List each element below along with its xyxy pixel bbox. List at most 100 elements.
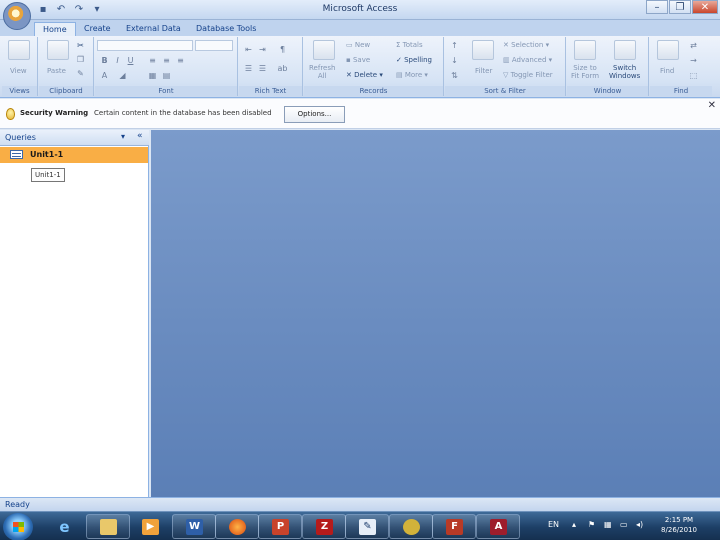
clipboard-group: Paste ✂ ❐ ✎ Clipboard: [39, 37, 94, 96]
numbering-icon[interactable]: ☰: [257, 64, 268, 74]
clipboard-group-label: Clipboard: [39, 86, 93, 96]
select-icon[interactable]: ⬚: [688, 71, 699, 81]
size-to-fit-icon[interactable]: [574, 40, 596, 60]
toggle-filter-button[interactable]: ▽ Toggle Filter: [503, 71, 553, 79]
chevron-down-icon[interactable]: ▾: [121, 132, 125, 141]
taskbar-word[interactable]: W: [172, 514, 216, 539]
nav-pane-header[interactable]: Queries ▾ «: [0, 130, 149, 146]
view-button-label[interactable]: View: [10, 67, 27, 75]
refresh-icon[interactable]: [313, 40, 335, 60]
fill-color-icon[interactable]: ◢: [117, 71, 128, 81]
clock-date: 8/26/2010: [661, 526, 697, 534]
window-controls: – ❐ ✕: [645, 0, 718, 14]
sort-descending-icon[interactable]: ↓: [449, 56, 460, 66]
alt-fill-icon[interactable]: ▤: [161, 71, 172, 81]
clock-time: 2:15 PM: [664, 516, 694, 524]
find-button-label[interactable]: Find: [660, 67, 674, 75]
copy-icon[interactable]: ❐: [75, 55, 86, 65]
find-icon[interactable]: [657, 40, 679, 60]
internet-explorer-icon: e: [59, 518, 70, 536]
close-message-bar-icon[interactable]: ✕: [708, 100, 716, 111]
flash-icon: F: [446, 519, 463, 535]
tray-expand-icon[interactable]: ▴: [572, 520, 576, 529]
tab-database-tools[interactable]: Database Tools: [188, 22, 264, 36]
network-icon[interactable]: ▦: [604, 520, 612, 529]
align-center-icon[interactable]: ≡: [161, 56, 172, 66]
office-button[interactable]: [3, 2, 31, 30]
nav-item-unit1-1[interactable]: Unit1-1: [0, 147, 148, 163]
powerpoint-icon: P: [272, 519, 289, 535]
tab-home[interactable]: Home: [34, 22, 76, 36]
font-color-icon[interactable]: A: [99, 71, 110, 81]
underline-button[interactable]: U: [125, 56, 136, 66]
sort-ascending-icon[interactable]: ↑: [449, 41, 460, 51]
taskbar: e ▶ W P Z ✎ F A EN ▴ ⚑ ▦ ▭ ◂) 2:15 PM 8/…: [0, 511, 720, 540]
selection-button[interactable]: ✕ Selection ▾: [503, 41, 549, 49]
views-group-label: Views: [2, 86, 37, 96]
refresh-all-button-label[interactable]: Refresh All: [309, 64, 335, 80]
sort-filter-group: ↑ ↓ ⇅ Filter ✕ Selection ▾ ▥ Advanced ▾ …: [445, 37, 566, 96]
volume-icon[interactable]: ◂): [636, 520, 643, 529]
size-to-fit-button-label[interactable]: Size to Fit Form: [571, 64, 599, 80]
taskbar-flash[interactable]: F: [432, 514, 476, 539]
goto-icon[interactable]: →: [688, 56, 699, 66]
start-button[interactable]: [3, 513, 33, 540]
tab-create[interactable]: Create: [76, 22, 119, 36]
find-group: Find ⇄ → ⬚ Find: [650, 37, 712, 96]
bold-button[interactable]: B: [99, 56, 110, 66]
switch-windows-icon[interactable]: [614, 40, 636, 60]
font-size-combo[interactable]: [195, 40, 233, 51]
paste-icon[interactable]: [47, 40, 69, 60]
align-left-icon[interactable]: ≡: [147, 56, 158, 66]
explorer-folder-icon: [100, 519, 117, 535]
switch-windows-button-label[interactable]: Switch Windows: [609, 64, 640, 80]
advanced-button[interactable]: ▥ Advanced ▾: [503, 56, 552, 64]
align-right-icon[interactable]: ≡: [175, 56, 186, 66]
filter-button-label[interactable]: Filter: [475, 67, 492, 75]
taskbar-powerpoint[interactable]: P: [258, 514, 302, 539]
language-indicator[interactable]: EN: [548, 520, 559, 529]
battery-icon[interactable]: ▭: [620, 520, 628, 529]
tab-external-data[interactable]: External Data: [118, 22, 189, 36]
new-record-button[interactable]: ▭ New: [346, 41, 370, 49]
maximize-icon[interactable]: ❐: [669, 0, 691, 14]
close-icon[interactable]: ✕: [692, 0, 718, 14]
minimize-icon[interactable]: –: [646, 0, 668, 14]
spelling-button[interactable]: ✓ Spelling: [396, 56, 432, 64]
cut-icon[interactable]: ✂: [75, 41, 86, 51]
taskbar-access[interactable]: A: [476, 514, 520, 539]
replace-icon[interactable]: ⇄: [688, 41, 699, 51]
format-painter-icon[interactable]: ✎: [75, 69, 86, 79]
paragraph-icon[interactable]: ¶: [277, 45, 288, 55]
clock[interactable]: 2:15 PM 8/26/2010: [655, 515, 703, 535]
gridlines-icon[interactable]: ▦: [147, 71, 158, 81]
taskbar-explorer[interactable]: [86, 514, 130, 539]
taskbar-media-player[interactable]: ▶: [128, 514, 172, 539]
taskbar-firefox[interactable]: [215, 514, 259, 539]
view-icon[interactable]: [8, 40, 30, 60]
font-name-combo[interactable]: [97, 40, 193, 51]
clear-sort-icon[interactable]: ⇅: [449, 71, 460, 81]
taskbar-tool[interactable]: [389, 514, 433, 539]
collapse-pane-icon[interactable]: «: [137, 131, 143, 141]
records-group: Refresh All ▭ New ▪ Save ✕ Delete ▾ Σ To…: [304, 37, 444, 96]
filter-icon[interactable]: [472, 40, 494, 60]
more-button[interactable]: ▤ More ▾: [396, 71, 428, 79]
taskbar-filezilla[interactable]: Z: [302, 514, 346, 539]
paste-button-label[interactable]: Paste: [47, 67, 66, 75]
bullets-icon[interactable]: ☰: [243, 64, 254, 74]
filezilla-icon: Z: [316, 519, 333, 535]
italic-button[interactable]: I: [112, 56, 123, 66]
increase-indent-icon[interactable]: ⇥: [257, 45, 268, 55]
taskbar-internet-explorer[interactable]: e: [42, 514, 86, 539]
security-warning-title: Security Warning: [20, 109, 89, 117]
decrease-indent-icon[interactable]: ⇤: [243, 45, 254, 55]
options-button[interactable]: Options...: [284, 106, 345, 123]
totals-button[interactable]: Σ Totals: [396, 41, 423, 49]
save-record-button[interactable]: ▪ Save: [346, 56, 370, 64]
highlight-icon[interactable]: ab: [277, 64, 288, 74]
taskbar-app[interactable]: ✎: [345, 514, 389, 539]
document-workspace: [151, 130, 720, 497]
action-center-icon[interactable]: ⚑: [588, 520, 595, 529]
delete-record-button[interactable]: ✕ Delete ▾: [346, 71, 383, 79]
